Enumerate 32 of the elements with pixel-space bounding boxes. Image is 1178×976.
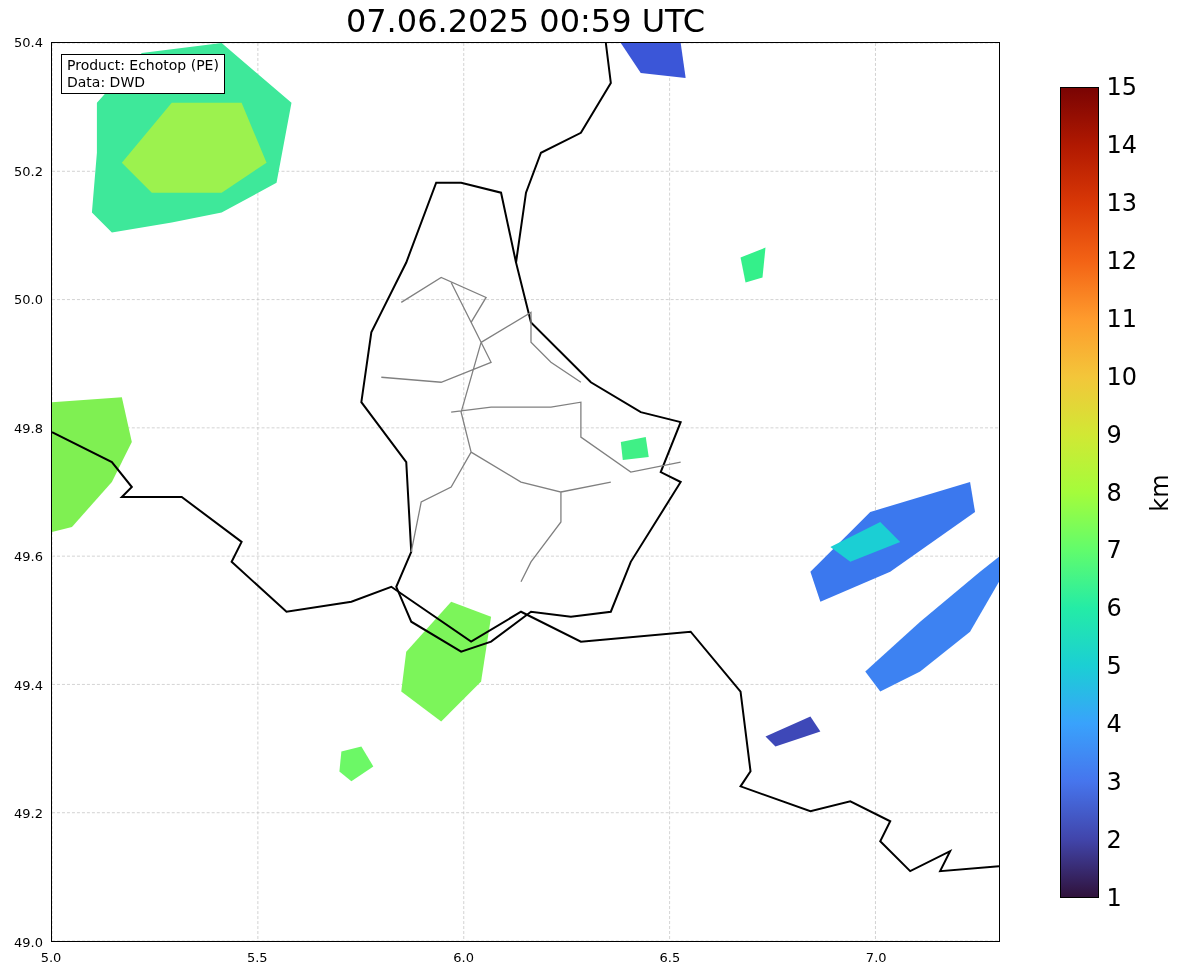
colorbar-tick-label: 1 (1106, 885, 1122, 911)
colorbar-tick-label: 8 (1106, 479, 1122, 506)
axis-tick-label: 5.0 (40, 950, 62, 965)
colorbar-tick-label: 13 (1106, 189, 1138, 216)
axis-tick-label: 49.0 (14, 934, 43, 950)
axis-tick-label: 49.6 (14, 548, 43, 564)
colorbar-tick-label: 14 (1106, 131, 1138, 158)
colorbar-label: km (1145, 473, 1174, 512)
colorbar-tick-label: 15 (1106, 74, 1138, 100)
colorbar-tick-label: 6 (1106, 595, 1122, 622)
axis-tick-label: 49.8 (14, 420, 43, 436)
axis-tick-label: 50.2 (14, 163, 43, 179)
colorbar-tick-label: 4 (1106, 711, 1122, 738)
colorbar-tick-label: 11 (1106, 305, 1138, 332)
colorbar-tick-label: 12 (1106, 247, 1138, 274)
colorbar-tick-label: 2 (1106, 827, 1122, 854)
axis-tick-label: 6.0 (453, 950, 474, 965)
colorbar-tick-label: 10 (1106, 363, 1138, 390)
axis-tick-label: 50.4 (14, 34, 43, 50)
legend-text: Data: DWD (67, 74, 146, 91)
colorbar-tick-label: 9 (1106, 421, 1122, 448)
axis-tick-label: 7.0 (865, 950, 887, 965)
colorbar-tick-label: 5 (1106, 653, 1122, 680)
axis-tick-label: 6.5 (659, 950, 681, 965)
colorbar-tick-label: 3 (1106, 769, 1122, 796)
axis-tick-label: 49.2 (14, 805, 43, 821)
legend-text: Product: Echotop (PE) (67, 57, 219, 74)
chart-title: 07.06.2025 00:59 UTC (344, 1, 707, 42)
colorbar-tick-label: 7 (1106, 537, 1122, 564)
axis-tick-label: 5.5 (246, 950, 268, 965)
axis-tick-label: 50.0 (14, 291, 43, 307)
axis-tick-label: 49.4 (14, 677, 43, 693)
